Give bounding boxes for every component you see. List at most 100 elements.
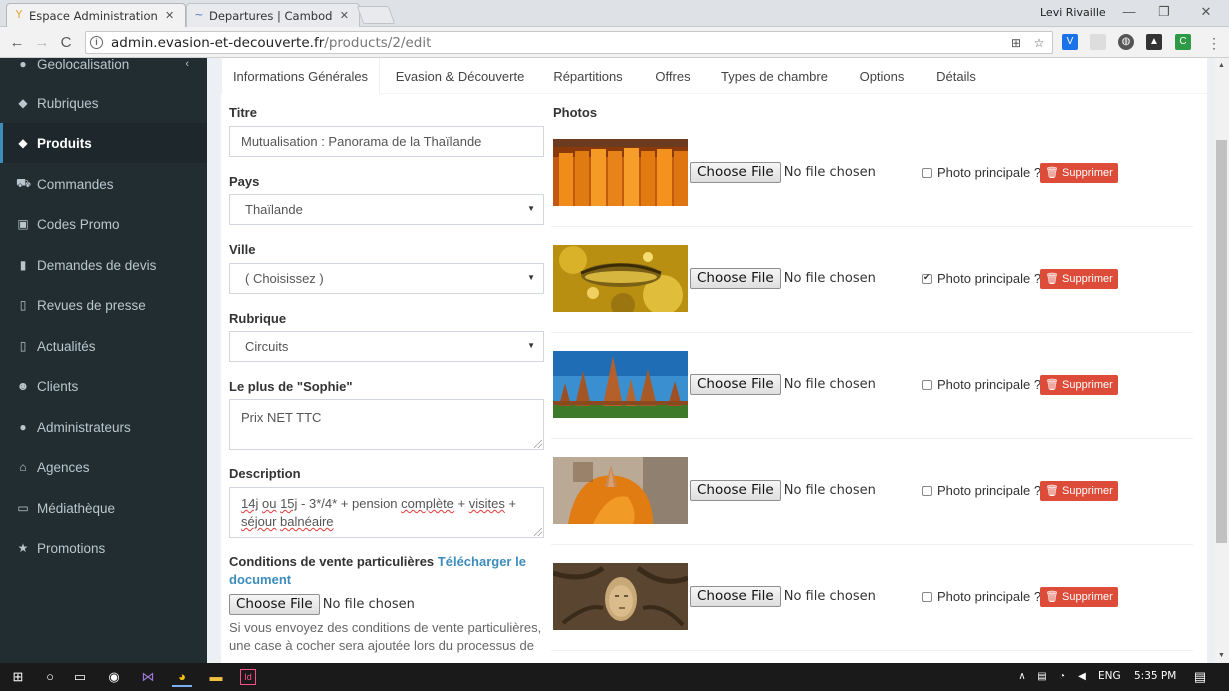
- photo-principale-checkbox[interactable]: Photo principale ?: [922, 271, 1041, 286]
- extension-cors-icon[interactable]: C: [1175, 34, 1191, 50]
- supprimer-button[interactable]: 🗑 Supprimer: [1040, 269, 1118, 289]
- tab-offres[interactable]: Offres: [648, 58, 698, 94]
- close-tab-icon[interactable]: ✕: [165, 9, 174, 22]
- browser-tab-departures[interactable]: ~ Departures | Cambodia / ✕: [186, 3, 360, 27]
- wifi-icon[interactable]: ◔: [1052, 667, 1072, 687]
- photo-principale-checkbox[interactable]: Photo principale ?: [922, 165, 1041, 180]
- sidebar-item-revues-de-presse[interactable]: ▯ Revues de presse: [0, 285, 207, 325]
- page-scrollbar[interactable]: ▲ ▼: [1214, 58, 1229, 663]
- sidebar-item-actualites[interactable]: ▯ Actualités: [0, 326, 207, 366]
- conditions-file-input[interactable]: Choose File No file chosen: [229, 594, 415, 615]
- checkbox-icon[interactable]: [922, 379, 932, 390]
- choose-file-button[interactable]: Choose File: [690, 374, 781, 395]
- extension-vk-icon[interactable]: V: [1062, 34, 1078, 50]
- visual-studio-icon[interactable]: ⋈: [138, 667, 158, 687]
- photo-principale-checkbox[interactable]: Photo principale ?: [922, 377, 1041, 392]
- menu-dots-icon[interactable]: ⋮: [1205, 34, 1223, 52]
- supprimer-button[interactable]: 🗑 Supprimer: [1040, 481, 1118, 501]
- tray-chevron-icon[interactable]: ∧: [1012, 667, 1032, 687]
- photo-file-input[interactable]: Choose File No file chosen: [690, 162, 876, 183]
- back-icon[interactable]: ←: [8, 34, 26, 52]
- windows-start-icon[interactable]: ⊞: [8, 667, 28, 687]
- checkbox-icon[interactable]: [922, 591, 932, 602]
- tab-options[interactable]: Options: [849, 58, 915, 94]
- close-window-icon[interactable]: ✕: [1195, 3, 1217, 21]
- language-indicator[interactable]: ENG: [1098, 670, 1121, 682]
- checkbox-icon[interactable]: [922, 167, 932, 178]
- tab-types-de-chambre[interactable]: Types de chambre: [716, 58, 833, 94]
- sidebar-item-mediatheque[interactable]: ▭ Médiathèque: [0, 488, 207, 528]
- rubrique-select[interactable]: Circuits ▼: [229, 331, 544, 362]
- sidebar-item-rubriques[interactable]: ◆ Rubriques: [0, 83, 207, 123]
- ville-select[interactable]: ( Choisissez ) ▼: [229, 263, 544, 294]
- app-icon[interactable]: ◉: [104, 667, 124, 687]
- info-icon[interactable]: i: [90, 36, 103, 49]
- extension-hat-icon[interactable]: ▲: [1146, 34, 1162, 50]
- sidebar-item-promotions[interactable]: ★ Promotions: [0, 528, 207, 568]
- photo-file-input[interactable]: Choose File No file chosen: [690, 480, 876, 501]
- browser-tab-admin[interactable]: Y Espace Administration - | ✕: [6, 3, 186, 27]
- reload-icon[interactable]: C: [57, 34, 75, 52]
- no-file-text: No file chosen: [783, 589, 876, 604]
- tab-repartitions[interactable]: Répartitions: [545, 58, 631, 94]
- address-bar[interactable]: i admin.evasion-et-decouverte.fr/product…: [85, 31, 1053, 54]
- network-icon[interactable]: ▤: [1032, 667, 1052, 687]
- sidebar-item-administrateurs[interactable]: ● Administrateurs: [0, 407, 207, 447]
- tab-details[interactable]: Détails: [928, 58, 984, 94]
- file-explorer-icon[interactable]: ▬: [206, 667, 226, 687]
- scroll-thumb[interactable]: [1216, 140, 1227, 543]
- photo-principale-checkbox[interactable]: Photo principale ?: [922, 589, 1041, 604]
- choose-file-button[interactable]: Choose File: [690, 162, 781, 183]
- titre-input[interactable]: Mutualisation : Panorama de la Thaïlande: [229, 126, 544, 157]
- choose-file-button[interactable]: Choose File: [690, 268, 781, 289]
- tab-informations-generales[interactable]: Informations Générales: [221, 58, 380, 94]
- translate-icon[interactable]: ⊞: [1009, 36, 1023, 50]
- photo-file-input[interactable]: Choose File No file chosen: [690, 268, 876, 289]
- sidebar-item-commandes[interactable]: ⛟ Commandes: [0, 164, 207, 204]
- profile-name[interactable]: Levi Rivaille: [1040, 6, 1106, 19]
- sophie-value: Prix NET TTC: [241, 410, 322, 425]
- indesign-icon[interactable]: Id: [240, 669, 256, 685]
- photo-file-input[interactable]: Choose File No file chosen: [690, 586, 876, 607]
- sidebar-item-demandes-de-devis[interactable]: ▮ Demandes de devis: [0, 245, 207, 285]
- sidebar-item-codes-promo[interactable]: ▣ Codes Promo: [0, 204, 207, 244]
- sidebar-item-geolocalisation[interactable]: ● Geolocalisation ‹: [0, 58, 207, 84]
- checkbox-checked-icon[interactable]: [922, 272, 932, 284]
- choose-file-button[interactable]: Choose File: [690, 480, 781, 501]
- bookmark-star-icon[interactable]: ☆: [1032, 36, 1046, 50]
- cortana-search-icon[interactable]: ○: [40, 667, 60, 687]
- chrome-icon[interactable]: ◕: [172, 667, 192, 687]
- new-tab-button[interactable]: [356, 6, 396, 24]
- description-word: +: [453, 496, 469, 511]
- clock[interactable]: 5:35 PM: [1134, 670, 1176, 682]
- pays-select[interactable]: Thaïlande ▼: [229, 194, 544, 225]
- extension-box-icon[interactable]: [1090, 34, 1106, 50]
- supprimer-button[interactable]: 🗑 Supprimer: [1040, 587, 1118, 607]
- restore-icon[interactable]: ❐: [1153, 3, 1175, 21]
- scroll-down-icon[interactable]: ▼: [1218, 652, 1225, 659]
- minimize-icon[interactable]: —: [1118, 3, 1140, 21]
- choose-file-button[interactable]: Choose File: [690, 586, 781, 607]
- forward-icon[interactable]: →: [33, 34, 51, 52]
- description-textarea[interactable]: 14j ou 15j - 3*/4* + pension complète + …: [229, 487, 544, 538]
- photo-principale-checkbox[interactable]: Photo principale ?: [922, 483, 1041, 498]
- sophie-textarea[interactable]: Prix NET TTC: [229, 399, 544, 450]
- sidebar-item-clients[interactable]: ☻ Clients: [0, 366, 207, 406]
- resize-grip-icon[interactable]: [534, 440, 542, 448]
- supprimer-button[interactable]: 🗑 Supprimer: [1040, 375, 1118, 395]
- sidebar-item-agences[interactable]: ⌂ Agences: [0, 447, 207, 487]
- supprimer-button[interactable]: 🗑 Supprimer: [1040, 163, 1118, 183]
- tab-evasion-decouverte[interactable]: Evasion & Découverte: [391, 58, 529, 94]
- checkbox-icon[interactable]: [922, 485, 932, 496]
- photo-file-input[interactable]: Choose File No file chosen: [690, 374, 876, 395]
- task-view-icon[interactable]: ▭: [70, 667, 90, 687]
- choose-file-button[interactable]: Choose File: [229, 594, 320, 615]
- volume-icon[interactable]: ◀: [1072, 667, 1092, 687]
- photo-thumbnail: [553, 245, 688, 312]
- resize-grip-icon[interactable]: [534, 528, 542, 536]
- close-tab-icon[interactable]: ✕: [340, 9, 349, 22]
- extension-globe-icon[interactable]: ◍: [1118, 34, 1134, 50]
- sidebar-item-produits[interactable]: ◆ Produits: [0, 123, 207, 163]
- notifications-icon[interactable]: ▤: [1190, 667, 1210, 687]
- scroll-up-icon[interactable]: ▲: [1218, 62, 1225, 69]
